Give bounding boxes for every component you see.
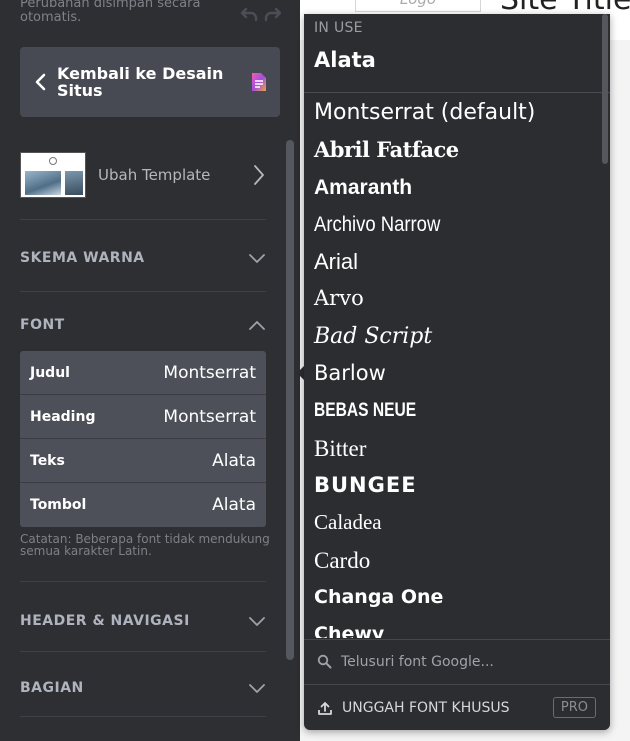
font-option-label: Montserrat (default) xyxy=(314,100,536,125)
font-role-label: Judul xyxy=(30,364,70,381)
thumbnail-logo xyxy=(49,157,57,165)
font-list: Montserrat (default) Abril Fatface Amara… xyxy=(304,94,600,638)
font-picker-dropdown: IN USE Alata Montserrat (default) Abril … xyxy=(304,14,610,730)
font-option[interactable]: Amaranth xyxy=(304,169,600,206)
font-option-label: Abril Fatface xyxy=(314,137,459,163)
font-option-label: Amaranth xyxy=(314,175,413,199)
back-to-site-design-button[interactable]: Kembali ke Desain Situs xyxy=(20,47,280,117)
divider xyxy=(20,291,266,292)
font-role-label: Heading xyxy=(30,408,96,425)
font-section[interactable]: FONT xyxy=(20,313,266,337)
divider xyxy=(20,716,266,717)
header-navigation-title: HEADER & NAVIGASI xyxy=(20,613,190,629)
undo-icon[interactable] xyxy=(240,6,258,22)
undo-redo-group xyxy=(240,6,282,22)
site-document-icon xyxy=(252,73,266,91)
font-option[interactable]: Caladea xyxy=(304,504,600,541)
change-template-label: Ubah Template xyxy=(98,166,211,184)
search-icon xyxy=(317,654,332,669)
font-option[interactable]: BEBAS NEUE xyxy=(304,392,600,429)
upload-icon xyxy=(318,701,332,715)
font-option-label: Barlow xyxy=(314,361,386,386)
font-role-label: Teks xyxy=(30,452,65,469)
design-sidebar: Perubahan disimpan secara otomatis. Kemb… xyxy=(0,0,300,741)
in-use-font-item[interactable]: Alata xyxy=(314,48,376,72)
in-use-label: IN USE xyxy=(314,20,363,36)
sections-title: BAGIAN xyxy=(20,680,84,696)
font-role-value: Montserrat xyxy=(163,406,256,427)
font-option[interactable]: Arvo xyxy=(304,280,600,317)
font-row-button[interactable]: Tombol Alata xyxy=(20,483,266,527)
font-option[interactable]: Cardo xyxy=(304,542,600,579)
font-assignment-table: Judul Montserrat Heading Montserrat Teks… xyxy=(20,351,266,527)
font-row-text[interactable]: Teks Alata xyxy=(20,439,266,483)
font-option[interactable]: Bad Script xyxy=(304,318,600,355)
font-option-label: Cardo xyxy=(314,547,371,573)
font-option-label: Archivo Narrow xyxy=(314,212,441,236)
font-option[interactable]: BUNGEE xyxy=(304,467,600,504)
font-option[interactable]: Bitter xyxy=(304,430,600,467)
font-role-value: Alata xyxy=(212,450,256,471)
font-role-label: Tombol xyxy=(30,497,87,513)
chevron-up-icon xyxy=(249,321,265,330)
redo-icon[interactable] xyxy=(264,6,282,22)
template-thumbnail xyxy=(20,152,86,198)
font-option-label: Bad Script xyxy=(314,323,433,349)
font-option[interactable]: Archivo Narrow xyxy=(304,206,600,243)
autosave-status: Perubahan disimpan secara otomatis. xyxy=(20,0,201,25)
change-template-row[interactable]: Ubah Template xyxy=(20,150,266,200)
font-option-label: Bitter xyxy=(314,435,367,461)
preview-logo-box[interactable]: Logo xyxy=(355,0,481,12)
font-support-note: Catatan: Beberapa font tidak mendukung s… xyxy=(20,532,270,558)
font-option-label: Arial xyxy=(314,249,359,275)
divider xyxy=(20,581,266,582)
font-option-label: Changa One xyxy=(314,585,444,608)
font-list-scrollbar[interactable] xyxy=(602,14,608,164)
font-row-heading[interactable]: Heading Montserrat xyxy=(20,395,266,439)
chevron-right-icon xyxy=(254,165,264,185)
divider xyxy=(20,651,266,652)
pro-badge: PRO xyxy=(552,697,596,718)
back-button-label: Kembali ke Desain Situs xyxy=(57,64,224,100)
dropdown-separator xyxy=(304,92,610,93)
header-navigation-section[interactable]: HEADER & NAVIGASI xyxy=(20,609,266,633)
thumbnail-image-side xyxy=(65,171,83,195)
font-option-label: Arvo xyxy=(314,286,364,311)
thumbnail-image-main xyxy=(25,171,61,195)
font-role-value: Alata xyxy=(212,495,256,515)
font-row-title[interactable]: Judul Montserrat xyxy=(20,351,266,395)
chevron-down-icon xyxy=(249,617,265,626)
font-section-title: FONT xyxy=(20,317,65,333)
font-option-label: BUNGEE xyxy=(314,472,417,497)
google-font-search xyxy=(304,639,610,683)
font-option-label: Caladea xyxy=(314,510,382,535)
font-option[interactable]: Montserrat (default) xyxy=(304,94,600,131)
font-option[interactable]: Arial xyxy=(304,243,600,280)
chevron-left-icon xyxy=(35,73,46,91)
font-option-label: BEBAS NEUE xyxy=(314,400,417,422)
sidebar-scrollbar[interactable] xyxy=(286,140,294,660)
color-scheme-section[interactable]: SKEMA WARNA xyxy=(20,246,266,270)
chevron-down-icon xyxy=(249,254,265,263)
font-option[interactable]: Changa One xyxy=(304,579,600,616)
font-role-value: Montserrat xyxy=(163,362,256,383)
preview-logo-text: Logo xyxy=(400,0,436,8)
font-option[interactable]: Barlow xyxy=(304,355,600,392)
sections-section[interactable]: BAGIAN xyxy=(20,676,266,700)
divider xyxy=(20,219,266,220)
color-scheme-title: SKEMA WARNA xyxy=(20,250,145,266)
font-option[interactable]: Chewy xyxy=(304,616,600,638)
upload-custom-font-label: UNGGAH FONT KHUSUS xyxy=(342,699,510,716)
chevron-down-icon xyxy=(249,684,265,693)
font-option-label: Chewy xyxy=(314,623,385,638)
font-option[interactable]: Abril Fatface xyxy=(304,131,600,168)
google-font-search-input[interactable] xyxy=(341,653,581,670)
upload-custom-font-button[interactable]: UNGGAH FONT KHUSUS PRO xyxy=(304,684,610,730)
